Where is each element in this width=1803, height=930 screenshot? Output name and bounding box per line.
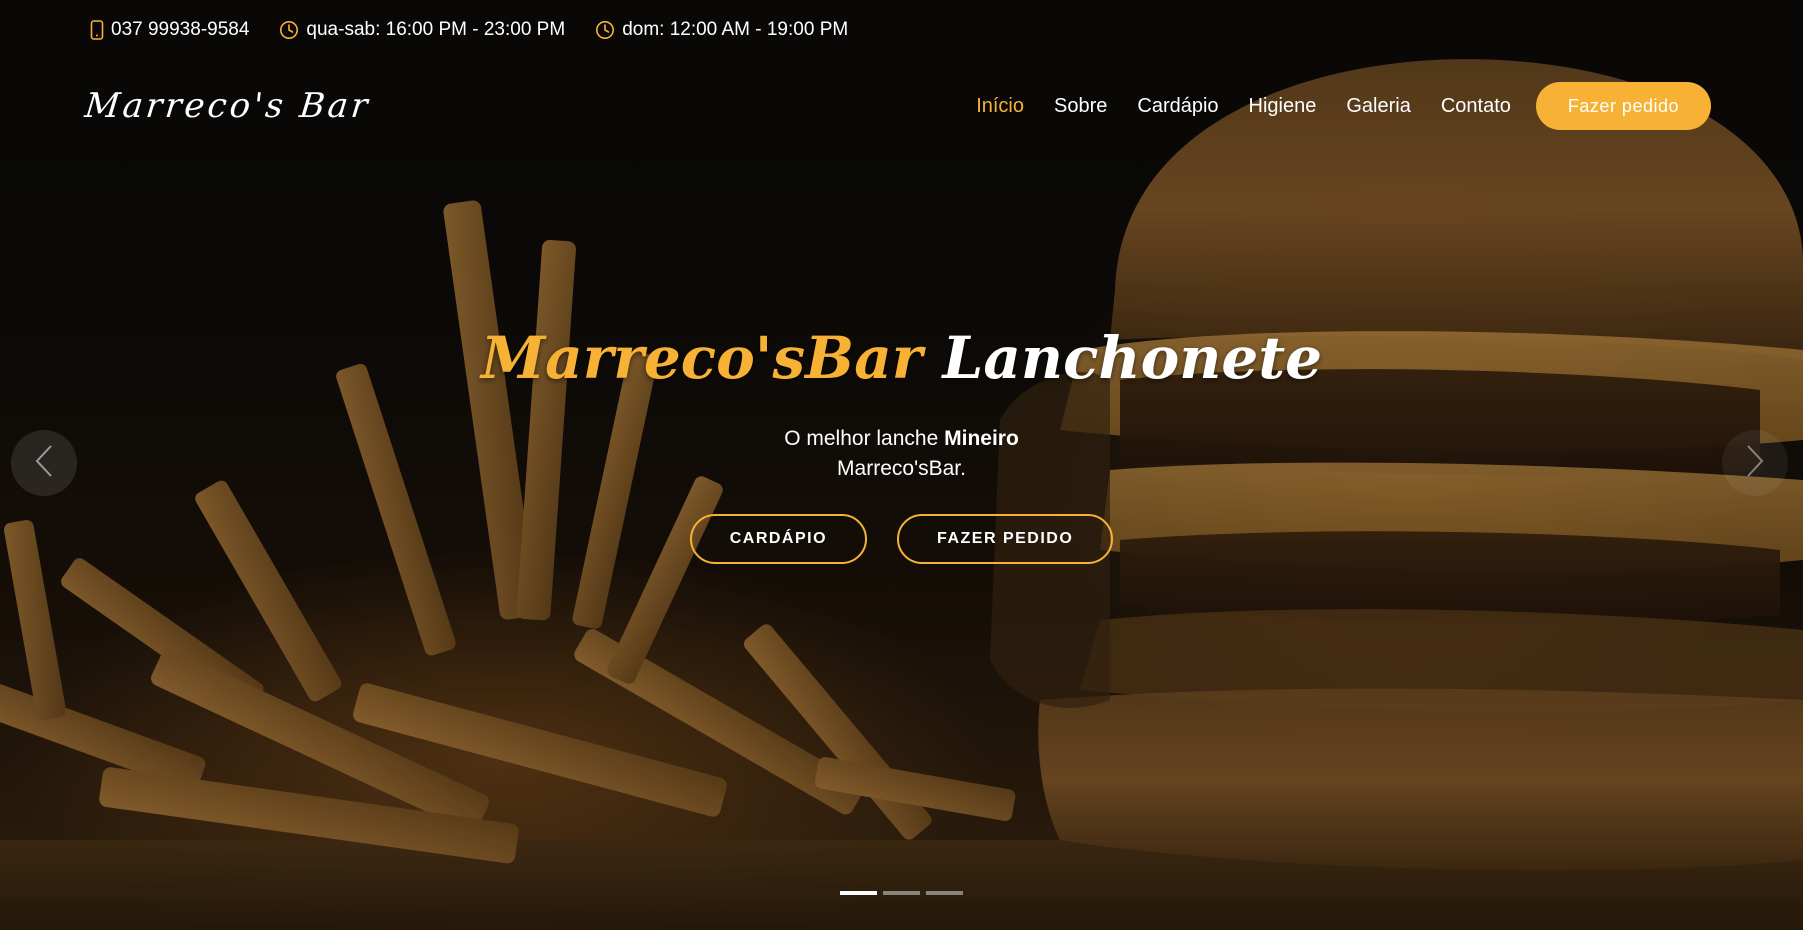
nav-item-higiene[interactable]: Higiene [1234,95,1332,118]
nav-item-cardapio[interactable]: Cardápio [1122,95,1233,118]
hero-actions: CARDÁPIO FAZER PEDIDO [0,514,1803,564]
hero-subtitle: O melhor lanche Mineiro Marreco'sBar. [0,424,1803,484]
sunday-hours-info: dom: 12:00 AM - 19:00 PM [595,19,848,41]
carousel-indicator-2[interactable] [883,891,920,895]
hero-content: Marreco'sBar Lanchonete O melhor lanche … [0,320,1803,564]
hero-title-type: Lanchonete [942,324,1323,392]
carousel-prev-button[interactable] [11,430,77,496]
carousel-indicator-3[interactable] [926,891,963,895]
nav-item-inicio[interactable]: Início [961,95,1039,118]
nav-item-sobre[interactable]: Sobre [1039,95,1122,118]
site-header: Marreco's Bar Início Sobre Cardápio Higi… [0,72,1803,140]
phone-info[interactable]: 037 99938-9584 [90,19,249,41]
hero-subtitle-line2: Marreco'sBar. [837,457,966,480]
main-nav: Início Sobre Cardápio Higiene Galeria Co… [961,82,1711,130]
hero-title-brand: Marreco'sBar [480,324,923,392]
hero-subtitle-bold: Mineiro [944,427,1019,450]
weekday-hours-info: qua-sab: 16:00 PM - 23:00 PM [279,19,565,41]
phone-number: 037 99938-9584 [111,19,250,40]
nav-item-contato[interactable]: Contato [1426,95,1526,118]
carousel-indicators [0,891,1803,895]
hero-order-button[interactable]: FAZER PEDIDO [897,514,1114,564]
carousel-indicator-1[interactable] [840,891,877,895]
hero-subtitle-prefix: O melhor lanche [784,427,939,450]
hero-title: Marreco'sBar Lanchonete [0,320,1803,396]
clock-icon [279,20,299,40]
carousel-next-button[interactable] [1722,430,1788,496]
menu-button[interactable]: CARDÁPIO [689,514,868,564]
site-logo[interactable]: Marreco's Bar [83,86,373,126]
phone-icon [90,20,104,40]
header-order-button[interactable]: Fazer pedido [1535,82,1711,130]
nav-item-galeria[interactable]: Galeria [1331,95,1425,118]
top-info-bar: 037 99938-9584 qua-sab: 16:00 PM - 23:00… [0,0,1803,60]
chevron-left-icon [33,443,55,483]
clock-icon [595,20,615,40]
chevron-right-icon [1744,443,1766,483]
weekday-hours: qua-sab: 16:00 PM - 23:00 PM [306,19,566,40]
sunday-hours: dom: 12:00 AM - 19:00 PM [622,19,849,40]
